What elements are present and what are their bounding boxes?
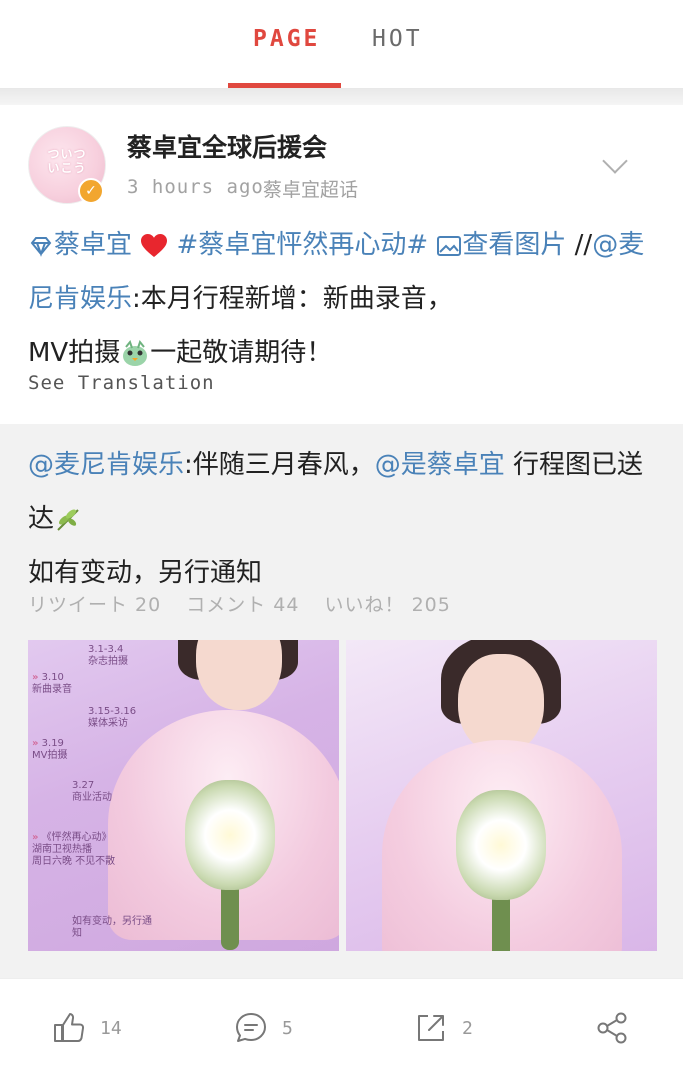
tag-label: 蔡卓宜 xyxy=(54,230,133,260)
share-icon xyxy=(418,1015,444,1041)
section-divider xyxy=(0,89,683,105)
comment-icon xyxy=(236,1013,266,1042)
view-image-label: 查看图片 xyxy=(462,230,567,260)
share-count-label: 2 xyxy=(462,1017,473,1039)
see-translation-link[interactable]: See Translation xyxy=(28,372,215,394)
active-tab-indicator xyxy=(228,83,341,88)
comment-button[interactable]: 5 xyxy=(234,1010,293,1046)
verified-badge-icon: ✓ xyxy=(78,178,104,204)
chevron-down-icon[interactable] xyxy=(602,148,628,174)
schedule-date: 3.1-3.4 xyxy=(88,644,124,655)
retweet-count[interactable]: リツイート 20 xyxy=(28,594,161,616)
thumbs-up-icon xyxy=(54,1013,85,1042)
bouquet xyxy=(185,780,275,890)
post-body-line2b: 一起敬请期待！ xyxy=(150,338,333,368)
super-topic-link[interactable]: 蔡卓宜 xyxy=(28,230,140,260)
topic-link[interactable]: #蔡卓宜怦然再心动# xyxy=(177,230,429,260)
schedule-date: 3.19 xyxy=(41,738,64,749)
like-button[interactable]: 14 xyxy=(52,1010,122,1046)
bird-emoji-icon xyxy=(123,339,148,366)
schedule-desc: 杂志拍摄 xyxy=(88,656,128,667)
post-body-line1: :本月行程新增：新曲录音， xyxy=(132,284,453,314)
top-tab-bar: PAGE HOT xyxy=(0,0,683,89)
repost-body: @麦尼肯娱乐:伴随三月春风，@是蔡卓宜 行程图已送达 如有变动，另行通知 xyxy=(28,438,658,600)
repost-stats: リツイート 20 コメント 44 いいね！ 205 xyxy=(28,590,469,617)
comment-count-label: 5 xyxy=(282,1017,293,1039)
schedule-date: 3.27 xyxy=(72,780,95,791)
leaf-emoji-icon xyxy=(57,508,79,531)
view-image-link[interactable]: 查看图片 xyxy=(436,230,574,260)
author-name[interactable]: 蔡卓宜全球后援会 xyxy=(127,128,327,164)
heart-emoji-icon xyxy=(141,233,168,257)
share-nodes-icon xyxy=(597,1012,627,1044)
like-count[interactable]: いいね！ 205 xyxy=(325,594,451,616)
schedule-desc: 周日六晚 不见不散 xyxy=(32,856,116,867)
image-icon xyxy=(437,235,462,256)
repost-text-3: 如有变动，另行通知 xyxy=(28,558,263,588)
schedule-desc: 商业活动 xyxy=(72,792,112,803)
tab-page[interactable]: PAGE xyxy=(253,26,320,52)
diamond-icon xyxy=(30,236,52,257)
repost-mention-2[interactable]: @是蔡卓宜 xyxy=(375,450,505,480)
schedule-date: 《怦然再心动》 xyxy=(41,832,112,843)
avatar-logo-text: ついつ いこう xyxy=(47,147,87,175)
repost-text-1: :伴随三月春风， xyxy=(184,450,375,480)
repost-mention-1[interactable]: @麦尼肯娱乐 xyxy=(28,450,184,480)
tab-hot[interactable]: HOT xyxy=(372,26,423,52)
schedule-desc: 新曲录音 xyxy=(32,684,72,695)
repost-slashes: // xyxy=(574,230,593,260)
schedule-desc: 媒体采访 xyxy=(88,718,128,729)
post-time: 3 hours ago xyxy=(127,176,264,198)
figure-face xyxy=(458,654,544,754)
post-body: 蔡卓宜 #蔡卓宜怦然再心动# 查看图片 //@麦尼肯娱乐:本月行程新增：新曲录音… xyxy=(28,218,658,380)
schedule-date: 3.15-3.16 xyxy=(88,706,137,717)
schedule-date: 3.10 xyxy=(41,672,64,683)
schedule-desc: 如有变动，另行通知 xyxy=(72,916,152,939)
schedule-desc: 湖南卫视热播 xyxy=(32,844,92,855)
like-count-label: 14 xyxy=(100,1017,122,1039)
figure-face xyxy=(196,640,282,710)
schedule-image[interactable]: 3.1-3.4 杂志拍摄 » 3.10 新曲录音 3.15-3.16 媒体采访 » 3… xyxy=(28,640,339,951)
post-body-line2a: MV拍摄 xyxy=(28,338,121,368)
forward-button[interactable] xyxy=(596,1010,630,1046)
post-source[interactable]: 蔡卓宜超话 xyxy=(263,175,358,202)
bouquet xyxy=(456,790,546,900)
comment-count[interactable]: コメント 44 xyxy=(186,594,299,616)
share-button[interactable]: 2 xyxy=(414,1010,473,1046)
portrait-image[interactable] xyxy=(346,640,657,951)
schedule-desc: MV拍摄 xyxy=(32,750,68,761)
